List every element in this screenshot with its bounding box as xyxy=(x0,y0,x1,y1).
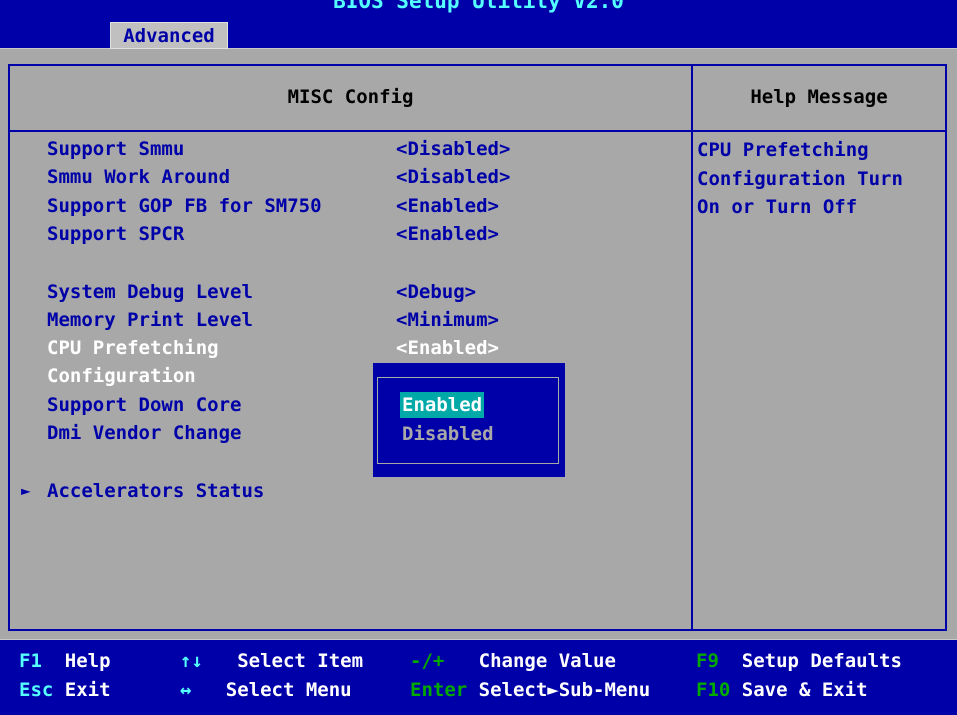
help-line: Configuration Turn xyxy=(697,167,903,190)
setting-value[interactable]: <Debug> xyxy=(396,278,476,306)
key-hint-help: F1 Help xyxy=(19,650,111,672)
setting-value[interactable]: <Disabled> xyxy=(396,163,510,191)
help-line: CPU Prefetching xyxy=(697,139,869,161)
popup-frame: Enabled Disabled xyxy=(377,377,559,464)
column-divider xyxy=(691,66,693,629)
setting-label: Support GOP FB for SM750 xyxy=(47,195,322,217)
setting-label: Dmi Vendor Change xyxy=(47,422,242,444)
help-line: On or Turn Off xyxy=(697,196,858,218)
setting-label: System Debug Level xyxy=(47,281,253,303)
key-hint-save-exit: F10 Save & Exit xyxy=(696,679,868,701)
key-hint-change-value: -/+ Change Value xyxy=(410,650,616,672)
left-right-arrows-icon: ↔ xyxy=(180,679,192,701)
options-popup: Enabled Disabled xyxy=(373,363,565,477)
app-title: BIOS Setup Utility V2.0 xyxy=(333,0,624,13)
key-hint-select-item: ↑↓ Select Item xyxy=(180,650,364,672)
setting-value[interactable]: <Enabled> xyxy=(396,220,499,248)
option-enabled[interactable]: Enabled xyxy=(400,392,485,418)
setting-value[interactable]: <Disabled> xyxy=(396,135,510,163)
help-title: Help Message xyxy=(750,86,888,108)
key-hint-select-menu: ↔ Select Menu xyxy=(180,679,352,701)
help-message: CPU Prefetching Configuration Turn On or… xyxy=(697,136,937,222)
section-title: MISC Config xyxy=(287,86,414,108)
setting-label: Smmu Work Around xyxy=(47,166,231,188)
up-down-arrows-icon: ↑↓ xyxy=(180,650,203,672)
key-hint-exit: Esc Exit xyxy=(19,679,111,701)
setting-label: Support Down Core xyxy=(47,394,242,416)
setting-label: Memory Print Level xyxy=(47,309,253,331)
setting-label: Support Smmu xyxy=(47,138,185,160)
setting-label: CPU Prefetching xyxy=(47,337,219,359)
key-hint-sub-menu: Enter Select►Sub-Menu xyxy=(410,679,651,701)
setting-value[interactable]: <Enabled> xyxy=(396,192,499,220)
submenu-arrow-icon: ► xyxy=(21,481,31,500)
tab-advanced[interactable]: Advanced xyxy=(110,22,228,49)
setting-label: Support SPCR xyxy=(47,223,185,245)
key-help-bar: F1 Help Esc Exit ↑↓ Select Item ↔ Select… xyxy=(0,639,957,715)
option-disabled[interactable]: Disabled xyxy=(400,421,496,447)
title-bar: BIOS Setup Utility V2.0 Advanced xyxy=(0,0,957,49)
header-divider xyxy=(10,130,945,132)
key-hint-setup-defaults: F9 Setup Defaults xyxy=(696,650,902,672)
setting-value[interactable]: <Enabled> xyxy=(396,334,499,362)
setting-label: Configuration xyxy=(47,365,196,387)
setting-value[interactable]: <Minimum> xyxy=(396,306,499,334)
submenu-label: Accelerators Status xyxy=(47,480,265,502)
